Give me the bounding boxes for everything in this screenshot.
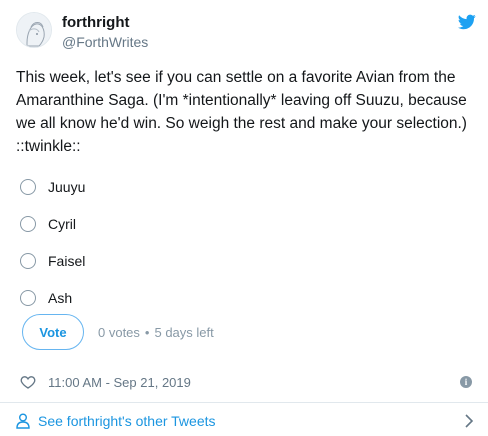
separator-dot: •: [144, 324, 150, 340]
poll-option-label: Juuyu: [48, 178, 86, 195]
radio-button[interactable]: [20, 289, 36, 306]
radio-button[interactable]: [20, 215, 36, 232]
poll-option-juuyu[interactable]: Juuyu: [20, 168, 85, 205]
see-other-tweets-label: See forthright's other Tweets: [38, 413, 216, 429]
tweet-timestamp[interactable]: 11:00 AM - Sep 21, 2019: [48, 375, 191, 390]
poll-option-label: Ash: [48, 289, 73, 306]
poll-option-ash[interactable]: Ash: [20, 279, 85, 316]
see-other-tweets-link[interactable]: See forthright's other Tweets: [16, 410, 476, 432]
vote-button[interactable]: Vote: [22, 314, 84, 350]
vote-count: 0 votes: [98, 324, 140, 340]
twitter-bird-icon[interactable]: [458, 14, 476, 30]
poll-meta: 0 votes • 5 days left: [98, 325, 214, 340]
poll-option-label: Cyril: [48, 215, 76, 232]
tweet-text: This week, let's see if you can settle o…: [16, 69, 467, 155]
poll-option-label: Faisel: [48, 252, 86, 269]
avatar[interactable]: [16, 12, 52, 48]
radio-button[interactable]: [20, 252, 36, 269]
person-icon: [16, 413, 30, 429]
poll-option-cyril[interactable]: Cyril: [20, 205, 85, 242]
time-left: 5 days left: [154, 324, 214, 340]
heart-icon[interactable]: [20, 374, 36, 390]
poll-vote-row: Vote 0 votes • 5 days left: [22, 314, 462, 350]
chevron-right-icon[interactable]: [464, 414, 474, 428]
tweet-footer: 11:00 AM - Sep 21, 2019 i: [20, 372, 472, 392]
display-name[interactable]: forthright: [62, 13, 148, 32]
user-handle[interactable]: @ForthWrites: [62, 33, 148, 51]
radio-button[interactable]: [20, 178, 36, 195]
embedded-tweet: forthright @ForthWrites This week, let's…: [0, 0, 488, 436]
poll-options: Juuyu Cyril Faisel Ash: [20, 168, 85, 316]
divider: [0, 402, 488, 403]
info-icon[interactable]: i: [460, 376, 472, 388]
tweet-header: forthright @ForthWrites: [16, 12, 476, 52]
author-names: forthright @ForthWrites: [62, 13, 148, 51]
poll-option-faisel[interactable]: Faisel: [20, 242, 85, 279]
